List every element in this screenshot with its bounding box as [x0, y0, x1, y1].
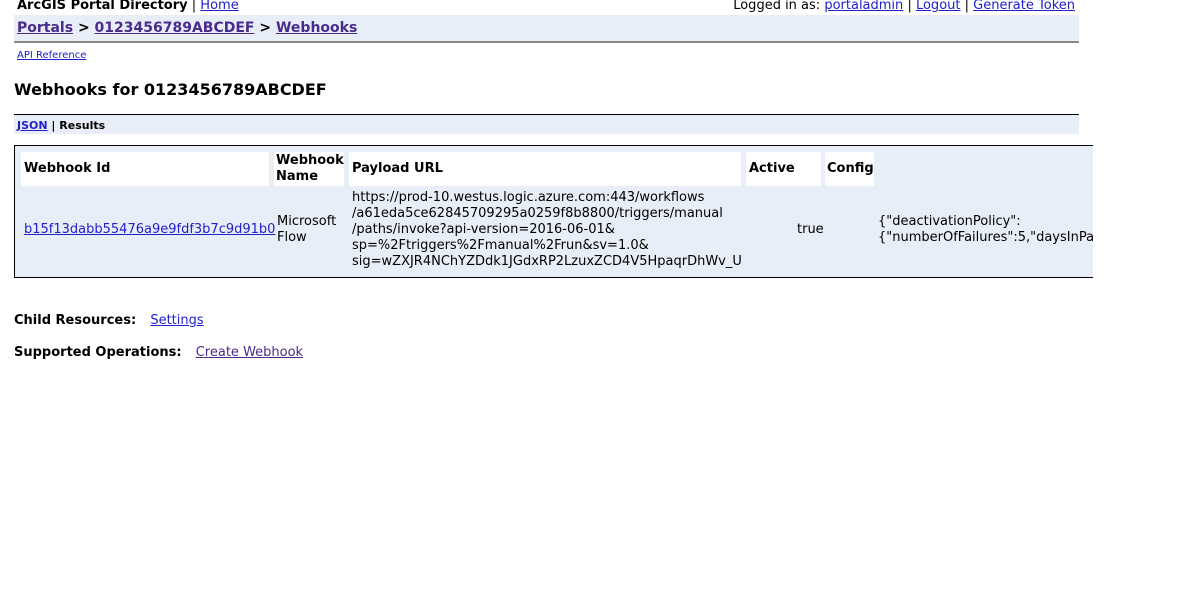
column-header-payload-url: Payload URL	[349, 152, 741, 186]
payload-url-line: /paths/invoke?api-version=2016-06-01&	[352, 222, 615, 237]
top-bar-left: ArcGIS Portal Directory | Home	[17, 0, 239, 13]
home-link[interactable]: Home	[200, 0, 238, 13]
supported-operations: Supported Operations: Create Webhook	[14, 345, 303, 360]
separator: |	[964, 0, 970, 13]
current-format: Results	[59, 119, 106, 132]
breadcrumb-webhooks[interactable]: Webhooks	[276, 20, 357, 36]
username-link[interactable]: portaladmin	[824, 0, 903, 13]
breadcrumb: Portals > 0123456789ABCDEF > Webhooks	[17, 20, 357, 36]
child-resources: Child Resources: Settings	[14, 313, 204, 328]
top-bar-right: Logged in as: portaladmin | Logout | Gen…	[733, 0, 1075, 13]
child-resources-label: Child Resources:	[14, 313, 137, 328]
breadcrumb-separator: >	[259, 20, 272, 36]
breadcrumb-bar: Portals > 0123456789ABCDEF > Webhooks	[14, 15, 1079, 43]
separator: |	[907, 0, 912, 13]
webhook-name-line1: Microsoft	[277, 214, 337, 229]
webhook-name-line2: Flow	[277, 230, 307, 245]
settings-link[interactable]: Settings	[150, 313, 203, 328]
separator: |	[191, 0, 197, 13]
column-header-webhook-id: Webhook Id	[21, 152, 269, 186]
breadcrumb-portals[interactable]: Portals	[17, 20, 73, 36]
format-bar: JSON | Results	[14, 114, 1079, 134]
logged-in-label: Logged in as:	[733, 0, 821, 13]
webhooks-table: Webhook Id Webhook Name Payload URL Acti…	[14, 145, 1093, 278]
separator: |	[51, 119, 56, 132]
table-cell-payload-url: https://prod-10.westus.logic.azure.com:4…	[352, 190, 747, 270]
column-header-active: Active	[746, 152, 821, 186]
json-format-link[interactable]: JSON	[17, 119, 48, 132]
breadcrumb-separator: >	[77, 20, 90, 36]
supported-operations-label: Supported Operations:	[14, 345, 182, 360]
create-webhook-link[interactable]: Create Webhook	[196, 345, 303, 360]
table-cell-config: {"deactivationPolicy": {"numberOfFailure…	[878, 214, 1093, 246]
column-header-name-line1: Webhook	[276, 153, 344, 168]
breadcrumb-portal-id[interactable]: 0123456789ABCDEF	[95, 20, 255, 36]
table-cell-active: true	[797, 222, 824, 237]
app-title: ArcGIS Portal Directory	[17, 0, 188, 13]
logout-link[interactable]: Logout	[916, 0, 961, 13]
payload-url-line: sp=%2Ftriggers%2Fmanual%2Frun&sv=1.0&	[352, 238, 649, 253]
top-bar: ArcGIS Portal Directory | Home Logged in…	[17, 0, 1077, 13]
config-line2: {"numberOfFailures":5,"daysInPa	[878, 230, 1093, 245]
table-cell-webhook-name: Microsoft Flow	[277, 214, 347, 246]
page-title: Webhooks for 0123456789ABCDEF	[14, 80, 327, 99]
webhook-id-link[interactable]: b15f13dabb55476a9e9fdf3b7c9d91b0	[24, 222, 275, 237]
generate-token-link[interactable]: Generate Token	[973, 0, 1075, 13]
config-line1: {"deactivationPolicy":	[878, 214, 1021, 229]
payload-url-line: https://prod-10.westus.logic.azure.com:4…	[352, 190, 705, 205]
payload-url-line: sig=wZXJR4NChYZDdk1JGdxRP2LzuxZCD4V5Hpaq…	[352, 254, 742, 269]
payload-url-line: /a61eda5ce62845709295a0259f8b8800/trigge…	[352, 206, 723, 221]
column-header-config: Config	[825, 152, 874, 186]
table-cell-webhook-id: b15f13dabb55476a9e9fdf3b7c9d91b0	[24, 222, 275, 238]
column-header-name-line2: Name	[276, 169, 319, 184]
column-header-webhook-name: Webhook Name	[274, 152, 344, 186]
format-switcher: JSON | Results	[17, 119, 105, 132]
api-reference-link[interactable]: API Reference	[17, 50, 86, 61]
